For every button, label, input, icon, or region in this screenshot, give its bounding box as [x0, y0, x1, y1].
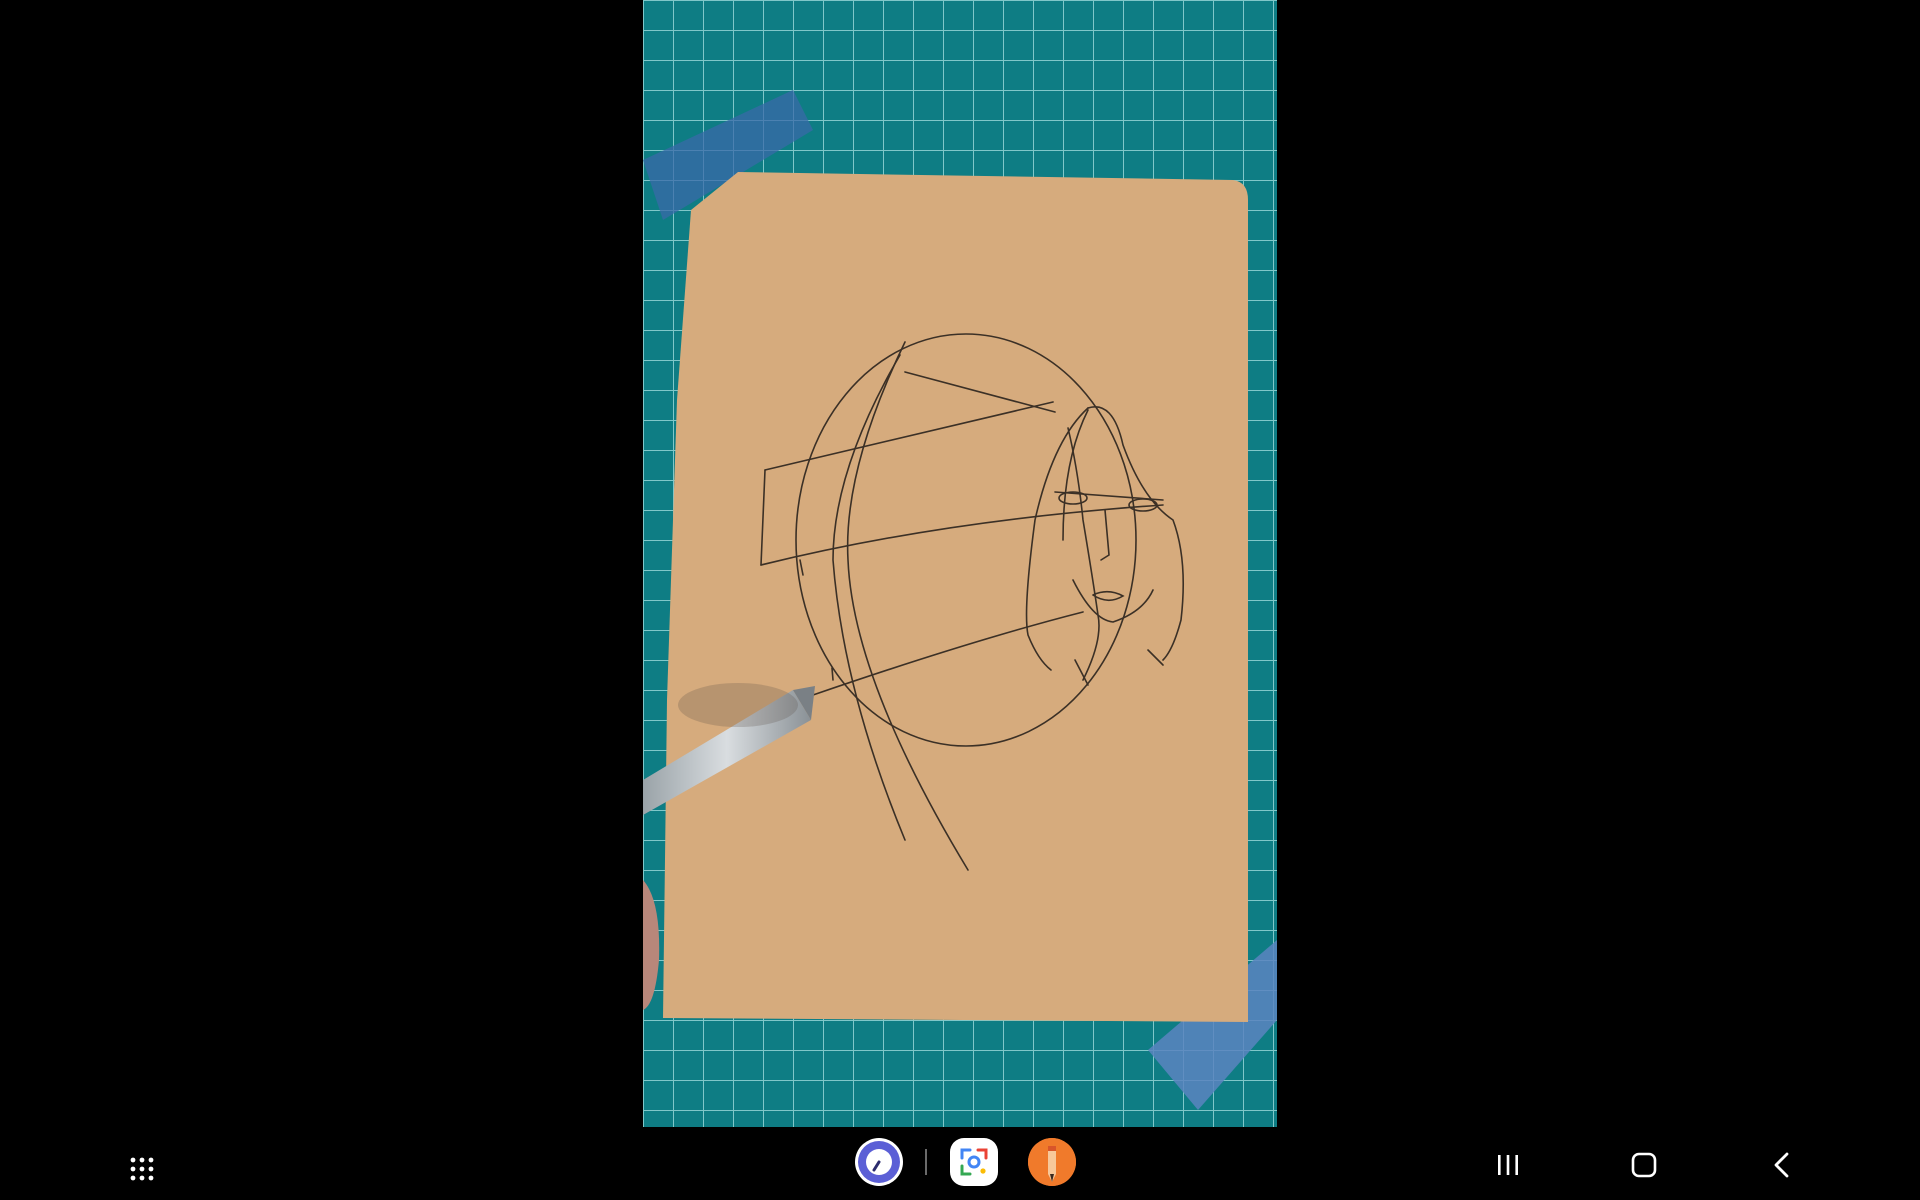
back-icon [1774, 1152, 1789, 1178]
recents-icon [1498, 1155, 1518, 1175]
apps-grid-icon [130, 1157, 154, 1181]
screen [0, 0, 1920, 1200]
kraft-paper [663, 172, 1248, 1022]
lens-app-button[interactable] [950, 1138, 998, 1186]
back-button[interactable] [1760, 1143, 1804, 1187]
dock-separator [925, 1149, 927, 1175]
lens-icon [960, 1148, 988, 1176]
recents-button[interactable] [1486, 1143, 1530, 1187]
video-content [643, 0, 1277, 1127]
home-button[interactable] [1622, 1143, 1666, 1187]
pencil-icon [1028, 1138, 1076, 1186]
clock-icon [858, 1141, 900, 1183]
clock-app-button[interactable] [855, 1138, 903, 1186]
video-frame[interactable] [643, 0, 1277, 1127]
navigation-bar [0, 1127, 1920, 1200]
home-icon [1631, 1152, 1657, 1178]
apps-grid-button[interactable] [120, 1147, 164, 1191]
sketch-app-button[interactable] [1028, 1138, 1076, 1186]
